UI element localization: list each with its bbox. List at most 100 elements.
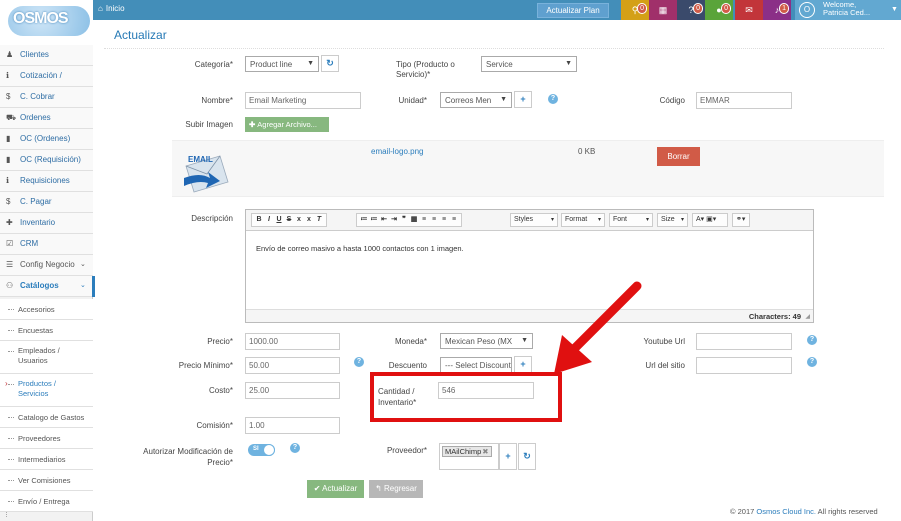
bold-button[interactable]: B (254, 214, 264, 226)
numbered-list-icon[interactable]: ≔ (359, 214, 369, 226)
rich-text-editor[interactable]: BIUSxxT ≔ ≔ ⇤ ⇥ ❞ ▦ ≡ ≡ ≡ ≡ Styles ▾ Format ▾ Font ▾… (245, 209, 814, 323)
styles-dropdown[interactable]: Styles ▾ (510, 213, 558, 227)
color-buttons[interactable]: A▾ ▣▾ (692, 213, 728, 227)
sidebar-item-crm[interactable]: ☑ CRM (0, 234, 93, 255)
help-icon[interactable]: ? (807, 357, 817, 367)
strike-button[interactable]: S (284, 214, 294, 226)
unidad-select[interactable]: Correos Men ▼ (440, 92, 512, 108)
file-name-link[interactable]: email-logo.png (371, 147, 423, 156)
costo-input[interactable]: 25.00 (245, 382, 340, 399)
size-dropdown[interactable]: Size ▾ (657, 213, 688, 227)
info-icon: ℹ (6, 71, 10, 80)
remove-tag-icon[interactable]: ✖ (482, 447, 488, 456)
sidebar-item-catalogos[interactable]: ⚇ Catálogos ⌄ (0, 276, 95, 297)
sidebar-subitem-accesorios[interactable]: Accesorios (0, 299, 93, 320)
indent-icon[interactable]: ⇥ (389, 214, 399, 226)
logo[interactable]: OSMOS (0, 0, 93, 45)
actualizar-button[interactable]: ✔ Actualizar (307, 480, 364, 498)
link-icon: ⚭▾ (736, 216, 746, 223)
format-dropdown[interactable]: Format ▾ (561, 213, 605, 227)
calendar-button[interactable]: ▦ (649, 0, 677, 20)
add-unidad-button[interactable]: + (514, 91, 532, 108)
tipo-select[interactable]: Service ▼ (481, 56, 577, 72)
sidebar-item-clientes[interactable]: ♟ Clientes (0, 45, 93, 66)
add-file-button[interactable]: ✚ Agregar Archivo... (245, 117, 329, 132)
sidebar-subitem-empleados[interactable]: Empleados / Usuarios (0, 341, 93, 374)
link-button[interactable]: ⚭▾ (732, 213, 750, 227)
codigo-input[interactable]: EMMAR (696, 92, 792, 109)
sidebar-item-cotizacion[interactable]: ℹ Cotización / (0, 66, 93, 87)
help-icon[interactable]: ? (807, 335, 817, 345)
youtube-input[interactable] (696, 333, 792, 350)
upgrade-plan-button[interactable]: Actualizar Plan (537, 3, 609, 18)
align-left-icon[interactable]: ≡ (419, 214, 429, 226)
chevron-down-icon: ⌄ (80, 282, 86, 289)
moneda-select[interactable]: Mexican Peso (MX ▼ (440, 333, 533, 349)
cart-icon: ⛟ (6, 113, 17, 122)
sidebar-subitem-encuestas[interactable]: Encuestas (0, 320, 93, 341)
outdent-icon[interactable]: ⇤ (379, 214, 389, 226)
sidebar-item-config-negocio[interactable]: ☰ Config Negocio ⌄ (0, 255, 93, 276)
bulleted-list-icon[interactable]: ≔ (369, 214, 379, 226)
descuento-select[interactable]: --- Select Discount (440, 357, 512, 373)
sidebar-item-oc-requisicion[interactable]: ▮ OC (Requisición) (0, 150, 93, 171)
sidebar-subitem-gastos[interactable]: Catalogo de Gastos (0, 407, 93, 428)
categoria-label: Categoría* (194, 60, 233, 69)
sidebar-item-inventario[interactable]: ✚ Inventario (0, 213, 93, 234)
italic-button[interactable]: I (264, 214, 274, 226)
notifications-button[interactable]: ♪ 1 (763, 0, 791, 20)
caret-down-icon: ▾ (597, 217, 601, 223)
document-icon: ▮ (6, 134, 11, 143)
code-icon[interactable]: ▦ (409, 214, 419, 226)
delete-file-button[interactable]: Borrar (657, 147, 700, 166)
user-menu[interactable]: O Welcome, Patricia Ced... ▼ (795, 0, 901, 20)
font-dropdown[interactable]: Font ▾ (609, 213, 653, 227)
precio-input[interactable]: 1000.00 (245, 333, 340, 350)
tasks-button[interactable]: ⚲ 0 (621, 0, 649, 20)
resize-handle-icon[interactable]: ◢ (805, 313, 810, 320)
home-link[interactable]: ⌂ Inicio (98, 4, 125, 13)
footer-brand-link[interactable]: Osmos Cloud Inc. (756, 507, 816, 516)
sidebar-item-ordenes[interactable]: ⛟ Ordenes (0, 108, 93, 129)
proveedor-tag[interactable]: MAilChimp✖ (442, 446, 492, 457)
sidebar-subitem-productos[interactable]: › Productos / Servicios (0, 374, 93, 407)
refresh-proveedor-button[interactable]: ↻ (518, 443, 536, 470)
sidebar-item-cobrar[interactable]: $ C. Cobrar (0, 87, 93, 108)
sidebar-subitem-envio[interactable]: Envío / Entrega (0, 491, 93, 512)
align-right-icon[interactable]: ≡ (439, 214, 449, 226)
help-button[interactable]: ? 0 (677, 0, 705, 20)
sidebar-subitem-proveedores[interactable]: Proveedores (0, 428, 93, 449)
plus-icon: + (520, 94, 526, 104)
refresh-categoria-button[interactable]: ↻ (321, 55, 339, 72)
paragraph-buttons-group: ≔ ≔ ⇤ ⇥ ❞ ▦ ≡ ≡ ≡ ≡ (356, 213, 462, 227)
precio-minimo-input[interactable]: 50.00 (245, 357, 340, 374)
align-justify-icon[interactable]: ≡ (449, 214, 459, 226)
help-icon[interactable]: ? (548, 94, 558, 104)
messages-button[interactable]: ✉ (735, 0, 763, 20)
sidebar-subitem-comisiones[interactable]: Ver Comisiones (0, 470, 93, 491)
caret-down-icon: ▾ (645, 217, 649, 223)
plus-icon: ✚ (249, 120, 256, 129)
superscript-button[interactable]: x (304, 214, 314, 226)
sidebar-subitem-intermediarios[interactable]: Intermediarios (0, 449, 93, 470)
autorizar-toggle[interactable]: SI (248, 444, 275, 456)
nombre-input[interactable]: Email Marketing (245, 92, 361, 109)
help-icon[interactable]: ? (290, 443, 300, 453)
add-descuento-button[interactable]: + (514, 356, 532, 373)
url-sitio-input[interactable] (696, 357, 792, 374)
blockquote-icon[interactable]: ❞ (399, 214, 409, 226)
calendar-icon: ▦ (658, 5, 668, 15)
add-proveedor-button[interactable]: + (499, 443, 517, 470)
chat-button[interactable]: ● 0 (705, 0, 733, 20)
sidebar-item-requisiciones[interactable]: ℹ Requisiciones (0, 171, 93, 192)
subscript-button[interactable]: x (294, 214, 304, 226)
editor-content[interactable]: Envío de correo masivo a hasta 1000 cont… (256, 244, 464, 253)
underline-button[interactable]: U (274, 214, 284, 226)
clear-format-button[interactable]: T (314, 214, 324, 226)
sidebar-item-pagar[interactable]: $ C. Pagar (0, 192, 93, 213)
comision-input[interactable]: 1.00 (245, 417, 340, 434)
regresar-button[interactable]: ↰ Regresar (369, 480, 423, 498)
sidebar-item-oc-ordenes[interactable]: ▮ OC (Ordenes) (0, 129, 93, 150)
categoria-select[interactable]: Product line ▼ (245, 56, 319, 72)
align-center-icon[interactable]: ≡ (429, 214, 439, 226)
